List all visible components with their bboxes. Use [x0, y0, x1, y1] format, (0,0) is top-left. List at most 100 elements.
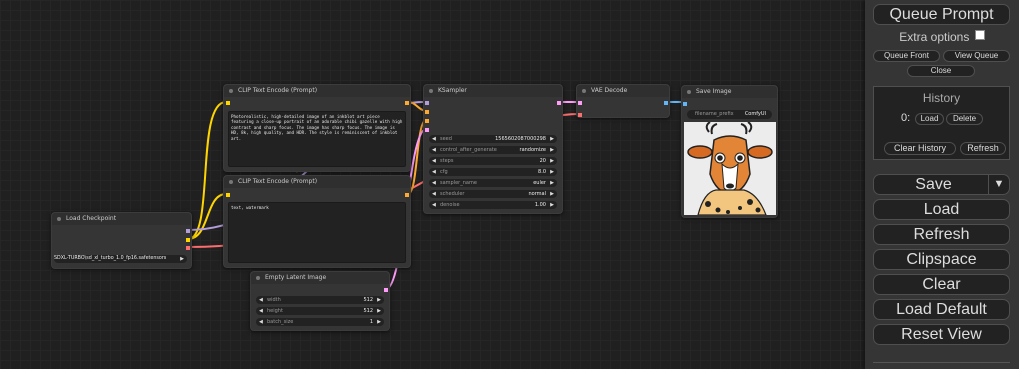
queue-prompt-button[interactable]: Queue Prompt	[873, 4, 1010, 25]
cfg-widget[interactable]: ◀ cfg 8.0 ▶	[429, 168, 557, 176]
node-title[interactable]: CLIP Text Encode (Prompt)	[224, 85, 410, 97]
load-default-button[interactable]: Load Default	[873, 299, 1010, 320]
node-title-text: CLIP Text Encode (Prompt)	[238, 178, 318, 185]
increment-arrow-icon[interactable]: ▶	[377, 318, 381, 326]
positive-input-port[interactable]	[425, 110, 429, 114]
wire-clip-neg	[187, 193, 227, 240]
ckpt-name-widget[interactable]: SDXL-TURBO\sd_xl_turbo_1.0_fp16.safetens…	[54, 255, 187, 263]
decrement-arrow-icon[interactable]: ◀	[432, 179, 436, 187]
filename-prefix-widget[interactable]: filename_prefix ComfyUI	[687, 110, 772, 119]
increment-arrow-icon[interactable]: ▶	[550, 179, 554, 187]
node-title-text: Empty Latent Image	[265, 274, 327, 281]
conditioning-output-port[interactable]	[405, 101, 409, 105]
clip-input-port[interactable]	[226, 193, 230, 197]
history-load-button[interactable]: Load	[915, 113, 944, 125]
node-load-checkpoint[interactable]: Load Checkpoint SDXL-TURBO\sd_xl_turbo_1…	[51, 212, 192, 269]
decrement-arrow-icon[interactable]: ◀	[259, 307, 263, 315]
batch-size-widget[interactable]: ◀ batch_size 1 ▶	[256, 318, 384, 326]
collapse-dot-icon[interactable]	[687, 90, 691, 94]
increment-arrow-icon[interactable]: ▶	[377, 296, 381, 304]
collapse-dot-icon[interactable]	[57, 217, 61, 221]
clipspace-button[interactable]: Clipspace	[873, 249, 1010, 270]
node-title[interactable]: CLIP Text Encode (Prompt)	[224, 176, 410, 188]
node-title[interactable]: KSampler	[424, 85, 562, 97]
increment-arrow-icon[interactable]: ▶	[377, 307, 381, 315]
clip-input-port[interactable]	[226, 101, 230, 105]
collapse-dot-icon[interactable]	[229, 180, 233, 184]
decrement-arrow-icon[interactable]: ◀	[432, 201, 436, 209]
node-clip-text-encode-negative[interactable]: CLIP Text Encode (Prompt) text, watermar…	[223, 175, 411, 268]
node-title[interactable]: Load Checkpoint	[52, 213, 191, 225]
collapse-dot-icon[interactable]	[429, 89, 433, 93]
increment-arrow-icon[interactable]: ▶	[180, 255, 184, 263]
clear-button[interactable]: Clear	[873, 274, 1010, 295]
latent-output-port[interactable]	[557, 101, 561, 105]
sampler-name-widget[interactable]: ◀ sampler_name euler ▶	[429, 179, 557, 187]
save-dropdown-icon[interactable]: ▼	[988, 174, 1009, 194]
increment-arrow-icon[interactable]: ▶	[550, 157, 554, 165]
decrement-arrow-icon[interactable]: ◀	[259, 318, 263, 326]
extra-options-checkbox[interactable]	[974, 30, 985, 40]
conditioning-output-port[interactable]	[405, 193, 409, 197]
latent-input-port[interactable]	[425, 128, 429, 132]
view-queue-button[interactable]: View Queue	[943, 50, 1010, 62]
decrement-arrow-icon[interactable]: ◀	[432, 157, 436, 165]
extra-options-row: Extra options	[865, 30, 1019, 44]
history-delete-button[interactable]: Delete	[946, 113, 983, 125]
collapse-dot-icon[interactable]	[256, 276, 260, 280]
prompt-textarea[interactable]: text, watermark	[228, 202, 406, 263]
decrement-arrow-icon[interactable]: ◀	[432, 135, 436, 143]
images-input-port[interactable]	[683, 102, 687, 106]
load-button[interactable]: Load	[873, 199, 1010, 220]
node-clip-text-encode-positive[interactable]: CLIP Text Encode (Prompt) Photorealistic…	[223, 84, 411, 172]
steps-widget[interactable]: ◀ steps 20 ▶	[429, 157, 557, 165]
node-title[interactable]: VAE Decode	[577, 85, 669, 97]
node-title[interactable]: Save Image	[682, 86, 777, 98]
reset-view-button[interactable]: Reset View	[873, 324, 1010, 345]
increment-arrow-icon[interactable]: ▶	[550, 135, 554, 143]
increment-arrow-icon[interactable]: ▶	[550, 146, 554, 154]
increment-arrow-icon[interactable]: ▶	[550, 190, 554, 198]
samples-input-port[interactable]	[578, 101, 582, 105]
clear-history-button[interactable]: Clear History	[884, 142, 956, 155]
model-input-port[interactable]	[425, 101, 429, 105]
clip-output-port[interactable]	[186, 238, 190, 242]
decrement-arrow-icon[interactable]: ◀	[432, 190, 436, 198]
node-title[interactable]: Empty Latent Image	[251, 272, 389, 284]
node-title-text: KSampler	[438, 87, 467, 94]
decrement-arrow-icon[interactable]: ◀	[432, 146, 436, 154]
collapse-dot-icon[interactable]	[229, 89, 233, 93]
vae-output-port[interactable]	[186, 246, 190, 250]
history-item-index: 0:	[901, 112, 911, 124]
control-after-generate-widget[interactable]: ◀ control_after_generate randomize ▶	[429, 146, 557, 154]
node-vae-decode[interactable]: VAE Decode	[576, 84, 670, 118]
latent-output-port[interactable]	[384, 288, 388, 292]
save-button[interactable]: Save ▼	[873, 174, 1010, 195]
increment-arrow-icon[interactable]: ▶	[550, 201, 554, 209]
history-refresh-button[interactable]: Refresh	[960, 142, 1006, 155]
generated-image-preview[interactable]	[684, 122, 776, 215]
seed-widget[interactable]: ◀ seed 1565602087000298 ▶	[429, 135, 557, 143]
node-ksampler[interactable]: KSampler ◀ seed 1565602087000298 ▶ ◀ control…	[423, 84, 563, 214]
refresh-button[interactable]: Refresh	[873, 224, 1010, 245]
close-button[interactable]: Close	[907, 65, 975, 77]
collapse-dot-icon[interactable]	[582, 89, 586, 93]
negative-input-port[interactable]	[425, 119, 429, 123]
node-empty-latent-image[interactable]: Empty Latent Image ◀ width 512 ▶ ◀ height 512…	[250, 271, 390, 331]
widget-value: SDXL-TURBO\sd_xl_turbo_1.0_fp16.safetens…	[54, 256, 167, 261]
denoise-widget[interactable]: ◀ denoise 1.00 ▶	[429, 201, 557, 209]
model-output-port[interactable]	[186, 229, 190, 233]
increment-arrow-icon[interactable]: ▶	[550, 168, 554, 176]
decrement-arrow-icon[interactable]: ◀	[432, 168, 436, 176]
prompt-textarea[interactable]: Photorealistic, high-detailed image of a…	[228, 111, 406, 167]
vae-input-port[interactable]	[578, 113, 582, 117]
node-graph-canvas[interactable]: CLIP Text Encode (Prompt) Photorealistic…	[0, 0, 865, 369]
width-widget[interactable]: ◀ width 512 ▶	[256, 296, 384, 304]
scheduler-widget[interactable]: ◀ scheduler normal ▶	[429, 190, 557, 198]
image-output-port[interactable]	[664, 101, 668, 105]
height-widget[interactable]: ◀ height 512 ▶	[256, 307, 384, 315]
queue-front-button[interactable]: Queue Front	[873, 50, 940, 62]
decrement-arrow-icon[interactable]: ◀	[259, 296, 263, 304]
node-save-image[interactable]: Save Image filename_prefix ComfyUI	[681, 85, 778, 218]
widget-label: steps	[440, 158, 454, 164]
